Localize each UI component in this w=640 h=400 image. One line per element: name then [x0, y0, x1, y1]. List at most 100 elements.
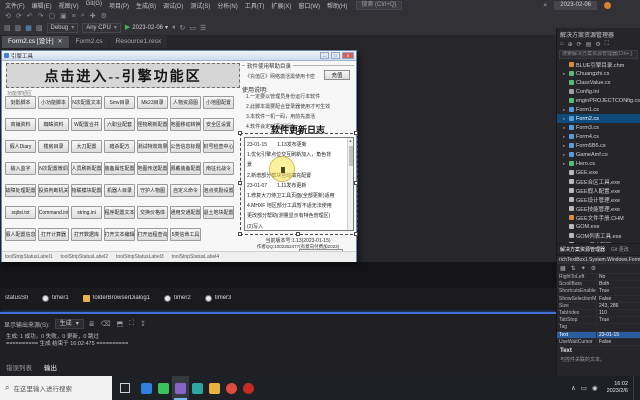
- platform-dropdown[interactable]: Any CPU▾: [82, 23, 121, 33]
- expand-arrow-icon[interactable]: ▸: [563, 161, 567, 167]
- task-view-icon[interactable]: [120, 383, 130, 393]
- property-value[interactable]: Both: [597, 281, 640, 287]
- function-button[interactable]: 佩戴装备配置: [170, 162, 201, 175]
- property-row[interactable]: TabStopTrue: [557, 317, 640, 324]
- function-button[interactable]: 地图移动转换: [170, 118, 201, 131]
- toolbar-icon[interactable]: ✚: [90, 12, 96, 20]
- scroll-thumb[interactable]: [349, 146, 353, 166]
- resize-handle[interactable]: [238, 131, 242, 135]
- function-button[interactable]: W配置合并: [71, 118, 102, 131]
- function-button[interactable]: 通用交通配置: [170, 206, 201, 219]
- toolbar-icon[interactable]: ▭: [189, 24, 196, 32]
- expand-arrow-icon[interactable]: ▸: [563, 125, 567, 131]
- resize-handle[interactable]: [296, 131, 300, 135]
- chrome-taskbar-icon[interactable]: [223, 376, 240, 400]
- function-button[interactable]: Smv目录: [104, 96, 135, 109]
- buy-button[interactable]: 充值: [324, 70, 350, 80]
- expand-arrow-icon[interactable]: ▸: [563, 143, 567, 149]
- solution-tree-item[interactable]: ▸Chuangzhi.cs: [557, 69, 640, 78]
- function-button[interactable]: Mk23目录: [137, 96, 168, 109]
- visual-studio-taskbar-icon[interactable]: [172, 376, 189, 400]
- dock-panel-tab[interactable]: Git 更改: [611, 246, 629, 253]
- property-row[interactable]: Text23-01-15: [557, 332, 640, 339]
- solution-tree-item[interactable]: BLUE引擎目录.chm: [557, 60, 640, 69]
- function-button[interactable]: 打开数据库: [71, 228, 102, 241]
- solution-tree-item[interactable]: ClassValue.cs: [557, 78, 640, 87]
- function-button[interactable]: 安全区设置: [203, 118, 234, 131]
- toolbar-icon[interactable]: ↷: [38, 12, 44, 20]
- tray-component[interactable]: folderBrowserDialog1: [83, 295, 150, 302]
- property-value[interactable]: [597, 324, 640, 330]
- expand-arrow-icon[interactable]: ▸: [563, 152, 567, 158]
- expand-arrow-icon[interactable]: ▸: [563, 116, 567, 122]
- function-button[interactable]: 投资判断机关: [38, 184, 69, 197]
- output-toolbar-icon[interactable]: ⌫: [101, 320, 111, 328]
- close-icon[interactable]: ✕: [58, 36, 63, 48]
- tray-icon[interactable]: ▭: [581, 384, 587, 392]
- function-button[interactable]: 自定义命令: [170, 184, 201, 197]
- tray-component[interactable]: statusStrip1: [2, 295, 28, 302]
- explorer-toolbar-icon[interactable]: ⌂: [560, 41, 564, 48]
- solution-tree-item[interactable]: GOM列表工具.exe: [557, 231, 640, 240]
- function-button[interactable]: 南征北战令: [203, 162, 234, 175]
- output-toolbar-icon[interactable]: ⛶: [129, 320, 134, 328]
- toolbar-icon[interactable]: ▣: [60, 12, 67, 20]
- menu-item[interactable]: 工具(T): [243, 1, 267, 10]
- solution-tree-item[interactable]: Config.ini: [557, 87, 640, 96]
- properties-toolbar-icon[interactable]: ✦: [581, 265, 586, 272]
- property-value[interactable]: 243, 286: [597, 303, 640, 309]
- solution-tree-item[interactable]: ▸Form5B6.cs: [557, 141, 640, 150]
- function-button[interactable]: Command.ini: [38, 206, 69, 219]
- properties-toolbar-icon[interactable]: ⇅: [571, 265, 576, 272]
- function-button[interactable]: 打开远程查询: [137, 228, 168, 241]
- toolbar-icon[interactable]: ≡: [72, 13, 76, 20]
- function-button[interactable]: N次配置微调: [38, 162, 69, 175]
- solution-tree-item[interactable]: GEE.exe: [557, 168, 640, 177]
- explorer-toolbar-icon[interactable]: ⟳: [577, 41, 582, 48]
- property-value[interactable]: No: [597, 274, 640, 280]
- menu-item[interactable]: 编辑(E): [30, 1, 54, 10]
- properties-object-dropdown[interactable]: richTextBox1 System.Windows.Forms.R: [557, 255, 640, 264]
- toolbar-icon[interactable]: ☰: [200, 24, 206, 32]
- solution-tree-item[interactable]: GEE技能管理.exe: [557, 204, 640, 213]
- explorer-toolbar-icon[interactable]: ⚙: [595, 41, 600, 48]
- document-tab[interactable]: Form2.cs: [70, 36, 109, 48]
- function-button[interactable]: 打开文本编辑: [104, 228, 135, 241]
- menu-item[interactable]: 调试(D): [161, 1, 185, 10]
- minimize-button[interactable]: —: [320, 52, 329, 59]
- quick-search-hint[interactable]: 搜索 (Ctrl+Q): [356, 1, 401, 10]
- tray-component[interactable]: timer3: [205, 295, 232, 302]
- function-button[interactable]: 地图传送配置: [137, 162, 168, 175]
- tray-icon[interactable]: ◉: [592, 384, 598, 392]
- function-button[interactable]: 人员刷新配置: [71, 162, 102, 175]
- property-row[interactable]: TabIndex110: [557, 310, 640, 317]
- document-tab[interactable]: Resource1.resx: [110, 36, 168, 48]
- menu-item[interactable]: 视图(V): [57, 1, 81, 10]
- function-button[interactable]: 剑影脚本: [5, 96, 36, 109]
- function-button[interactable]: 故障处理配置: [5, 184, 36, 197]
- function-button[interactable]: 楼房目录: [38, 140, 69, 153]
- property-row[interactable]: ScrollBarsBoth: [557, 281, 640, 288]
- expand-arrow-icon[interactable]: ▸: [563, 71, 567, 77]
- function-button[interactable]: 输入监字: [5, 162, 36, 175]
- output-source-dropdown[interactable]: 生成 ▾: [55, 319, 84, 329]
- solution-tree-item[interactable]: ▸GameAmf.cs: [557, 150, 640, 159]
- function-button[interactable]: 六职业配套: [104, 118, 135, 131]
- property-value[interactable]: True: [597, 317, 640, 323]
- recorder-taskbar-icon[interactable]: [240, 376, 257, 400]
- solution-tree-item[interactable]: enginPROJECTCONfig.cs: [557, 96, 640, 105]
- function-button[interactable]: 退土地块配置: [203, 206, 234, 219]
- function-button[interactable]: 机器人目录: [104, 184, 135, 197]
- property-value[interactable]: 110: [597, 310, 640, 316]
- function-button[interactable]: 封号检查中心: [203, 140, 234, 153]
- dock-panel-tab[interactable]: 解决方案资源管理器: [560, 246, 605, 253]
- app-blue-taskbar-icon[interactable]: [138, 376, 155, 400]
- solution-tree-item[interactable]: ▸Form1.cs: [557, 105, 640, 114]
- property-row[interactable]: ShowSelectionMarginFalse: [557, 296, 640, 303]
- property-value[interactable]: False: [597, 296, 640, 302]
- function-button[interactable]: 小地图配置: [203, 96, 234, 109]
- toolbar-icon[interactable]: ⏸: [172, 24, 176, 32]
- property-row[interactable]: Tag: [557, 324, 640, 331]
- output-toolbar-icon[interactable]: ↧: [140, 320, 146, 328]
- solution-tree-item[interactable]: GEE文件手册.CHM: [557, 213, 640, 222]
